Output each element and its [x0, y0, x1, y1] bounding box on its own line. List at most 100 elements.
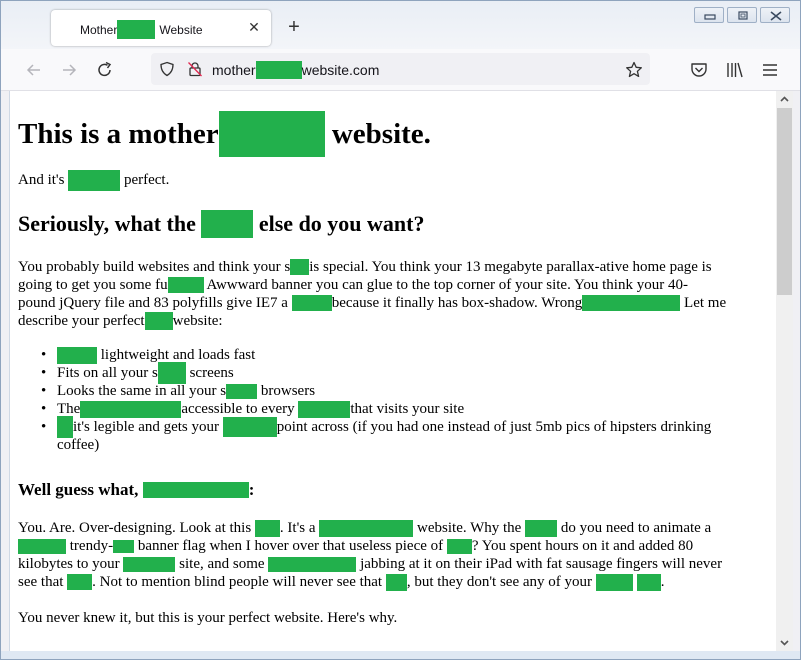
bookmark-star-icon[interactable] — [625, 61, 643, 84]
redaction-block — [18, 538, 66, 554]
tab-title: Mother Website — [80, 20, 203, 39]
text: Looks the same in all your s — [57, 383, 227, 399]
text: browsers — [257, 383, 316, 399]
heading-well-guess: Well guess what, : — [18, 479, 254, 501]
text: going to get you some fu — [18, 277, 168, 293]
intro-paragraph: And it's perfect. — [18, 169, 768, 191]
text: site, and some — [175, 556, 269, 572]
title-text: This is a mother — [18, 118, 219, 150]
text: , but they don't see any of your — [406, 574, 596, 590]
library-button[interactable] — [725, 60, 745, 80]
list-item: lightweight and loads fast — [41, 346, 711, 364]
new-tab-button[interactable]: + — [285, 17, 303, 39]
redaction-block — [201, 210, 254, 238]
url-suffix: website.com — [301, 62, 380, 78]
tab-title-prefix: Mother — [80, 22, 118, 37]
forward-button[interactable] — [59, 60, 79, 80]
close-window-button[interactable] — [760, 7, 790, 23]
title-text: website. — [324, 118, 431, 150]
text: You never knew it, but this is your perf… — [18, 610, 398, 626]
maximize-button[interactable] — [727, 7, 757, 23]
tab-title-suffix: Website — [159, 22, 203, 37]
redaction-block — [385, 573, 407, 591]
minimize-button[interactable] — [694, 7, 724, 23]
scroll-up-icon[interactable] — [776, 91, 793, 108]
redaction-block — [68, 169, 121, 191]
text: because it finally has box-shadow. Wrong — [331, 295, 583, 311]
paragraph-intro-rant: You probably build websites and think yo… — [18, 258, 768, 330]
redaction-block — [291, 295, 332, 311]
redaction-block — [255, 61, 302, 79]
reload-button[interactable] — [95, 60, 115, 80]
page-viewport: This is a mother website. And it's perfe… — [9, 91, 776, 651]
vertical-scrollbar[interactable] — [776, 91, 793, 651]
text: ? You spent hours on it and added 80 — [471, 538, 694, 554]
list-item: Looks the same in all your s browsers — [41, 382, 711, 400]
redaction-block — [117, 20, 156, 39]
text: perfect. — [120, 172, 170, 188]
redaction-block — [595, 573, 633, 591]
list-item: Fits on all your s screens — [41, 362, 711, 384]
paragraph-perfect: You never knew it, but this is your perf… — [18, 609, 768, 627]
redaction-block — [582, 295, 681, 311]
app-menu-button[interactable] — [760, 60, 780, 80]
text: accessible to every — [181, 401, 299, 417]
text: You probably build websites and think yo… — [18, 259, 291, 275]
pocket-button[interactable] — [689, 60, 709, 80]
redaction-block — [157, 362, 186, 384]
text: Awwward banner you can glue to the top c… — [203, 277, 688, 293]
text: is special. You think your 13 megabyte p… — [309, 259, 712, 275]
scroll-down-icon[interactable] — [776, 634, 793, 651]
text: coffee) — [57, 437, 100, 453]
text: website: — [172, 313, 223, 329]
forward-arrow-icon — [63, 64, 77, 76]
text: Let me — [680, 295, 727, 311]
redaction-block — [298, 400, 351, 418]
tracking-protection-shield-icon[interactable] — [159, 61, 175, 82]
text: trendy- — [66, 538, 114, 554]
redaction-block — [222, 417, 277, 437]
text: . — [660, 574, 665, 590]
close-tab-icon[interactable]: ✕ — [246, 18, 262, 36]
text: banner flag when I hover over that usele… — [134, 538, 447, 554]
text: Seriously, what the — [18, 211, 202, 236]
text: see that — [18, 574, 68, 590]
nav-toolbar: mother website.com — [1, 49, 800, 91]
url-prefix: mother — [212, 62, 256, 78]
redaction-block — [142, 482, 249, 498]
text: . Not to mention blind people will never… — [92, 574, 386, 590]
text: screens — [185, 365, 234, 381]
back-button[interactable] — [24, 60, 44, 80]
text: do you need to animate a — [557, 520, 712, 536]
redaction-block — [123, 556, 176, 572]
window-bottom-frame — [1, 651, 800, 659]
text: pound jQuery file and 83 polyfills give … — [18, 295, 292, 311]
text: Fits on all your s — [57, 365, 158, 381]
tab-active[interactable]: Mother Website ✕ — [51, 10, 271, 46]
paragraph-over-designing: You. Are. Over-designing. Look at this .… — [18, 519, 768, 591]
text: jabbing at it on their iPad with fat sau… — [356, 556, 723, 572]
redaction-block — [167, 277, 204, 293]
redaction-block — [226, 383, 258, 399]
browser-window: Mother Website ✕ + mother website.com Th… — [0, 0, 801, 660]
page-title: This is a mother website. — [18, 111, 431, 157]
maximize-icon — [738, 11, 748, 20]
text: Well guess what, — [18, 480, 143, 499]
insecure-lock-icon[interactable] — [187, 61, 203, 82]
text: You. Are. Over-designing. Look at this — [18, 520, 255, 536]
title-bar: Mother Website ✕ + — [1, 1, 800, 49]
redaction-block — [446, 538, 472, 554]
redaction-block — [254, 519, 280, 537]
redaction-block — [525, 519, 558, 537]
text: describe your perfect — [18, 313, 145, 329]
text: And it's — [18, 172, 69, 188]
scrollbar-thumb[interactable] — [777, 108, 792, 295]
text: else do you want? — [253, 211, 425, 236]
redaction-block — [67, 574, 93, 590]
url-bar[interactable]: mother website.com — [151, 53, 650, 85]
redaction-block — [57, 416, 73, 438]
redaction-block — [80, 400, 182, 418]
list-item: The accessible to every that visits your… — [41, 400, 711, 418]
url-text[interactable]: mother website.com — [212, 61, 379, 79]
redaction-block — [57, 346, 97, 364]
